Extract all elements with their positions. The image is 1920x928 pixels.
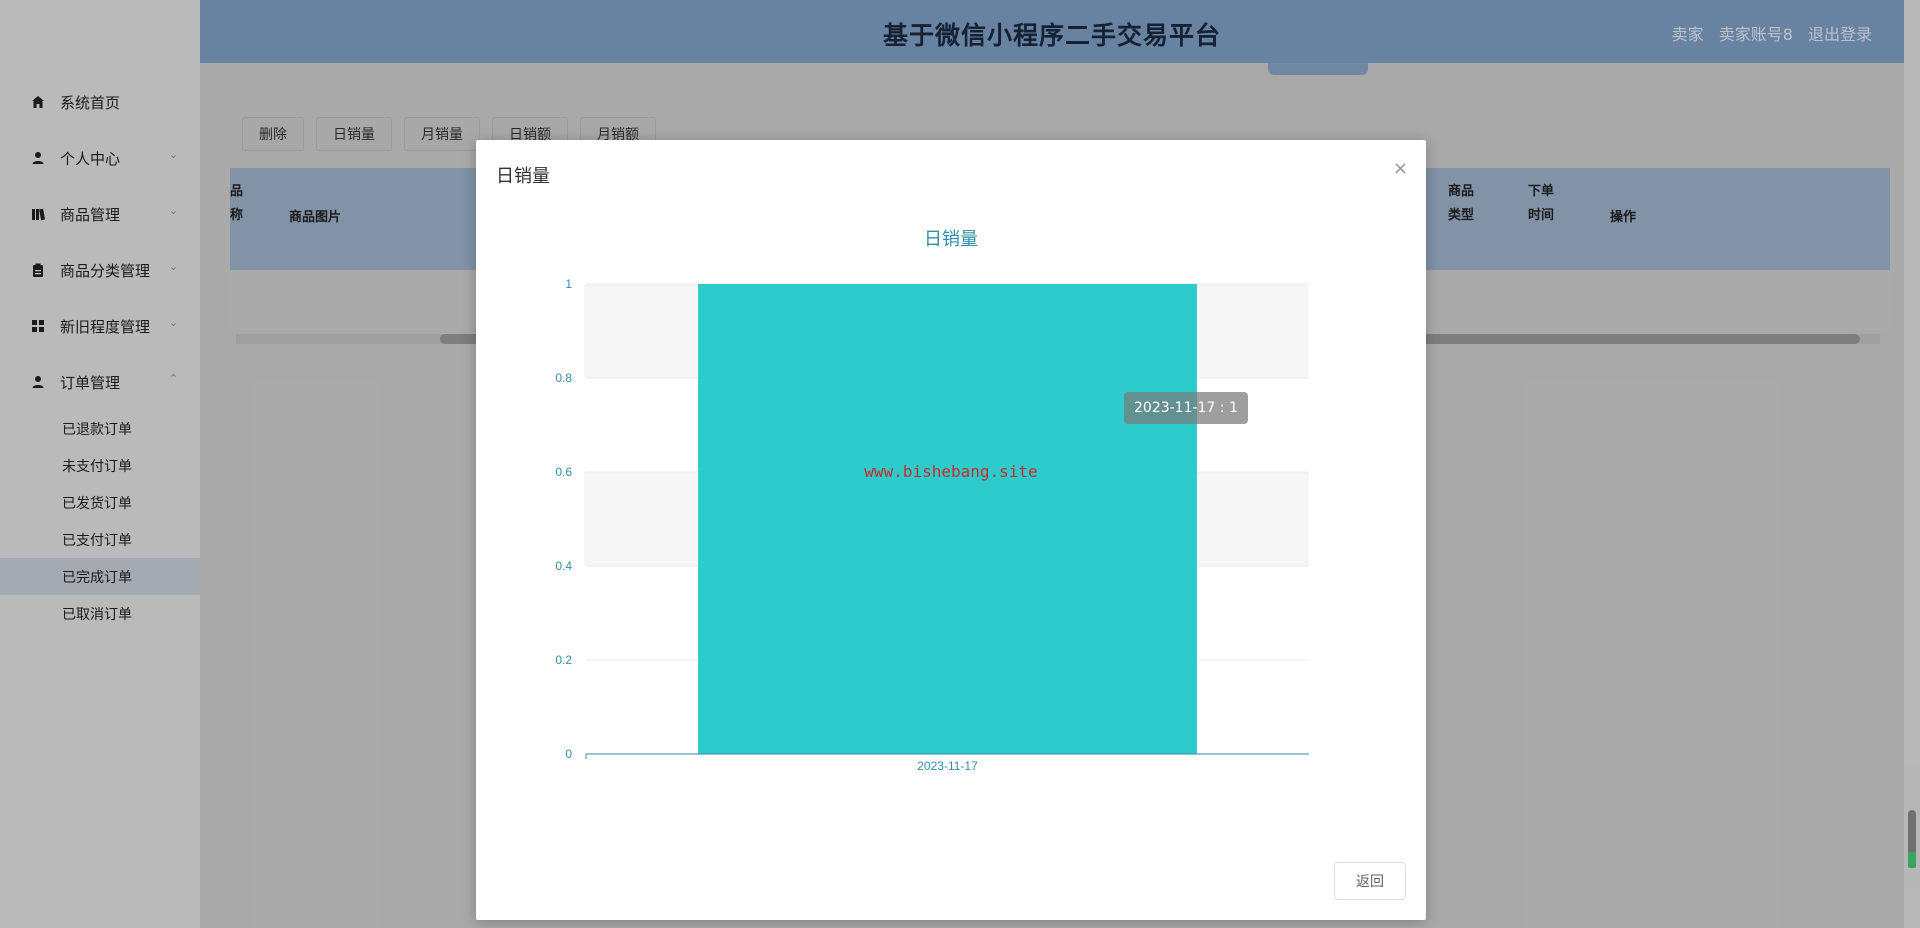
chart-container: 日销量 0 0.2 0.4 0.6 0.8 1 2023-11-17 www.bisheba… — [476, 200, 1426, 840]
close-icon[interactable]: × — [1393, 158, 1408, 179]
y-tick-label: 0.2 — [555, 653, 572, 667]
y-tick-label: 0.8 — [555, 371, 572, 385]
chart-tooltip: 2023-11-17 : 1 — [1124, 392, 1248, 424]
bar-chart: 00.20.40.60.812023-11-17 — [555, 277, 1309, 773]
watermark-text: www.bishebang.site — [864, 462, 1038, 481]
bar[interactable] — [698, 284, 1197, 754]
y-tick-label: 0 — [565, 747, 572, 761]
x-tick-label: 2023-11-17 — [917, 759, 978, 773]
y-tick-label: 0.4 — [555, 559, 572, 573]
dialog-title: 日销量 — [496, 166, 550, 187]
sales-dialog: 日销量 × 日销量 0 0.2 0.4 0.6 0.8 1 2023-11-17 www.b… — [476, 140, 1426, 920]
y-tick-label: 1 — [565, 277, 572, 291]
return-button[interactable]: 返回 — [1334, 862, 1406, 900]
